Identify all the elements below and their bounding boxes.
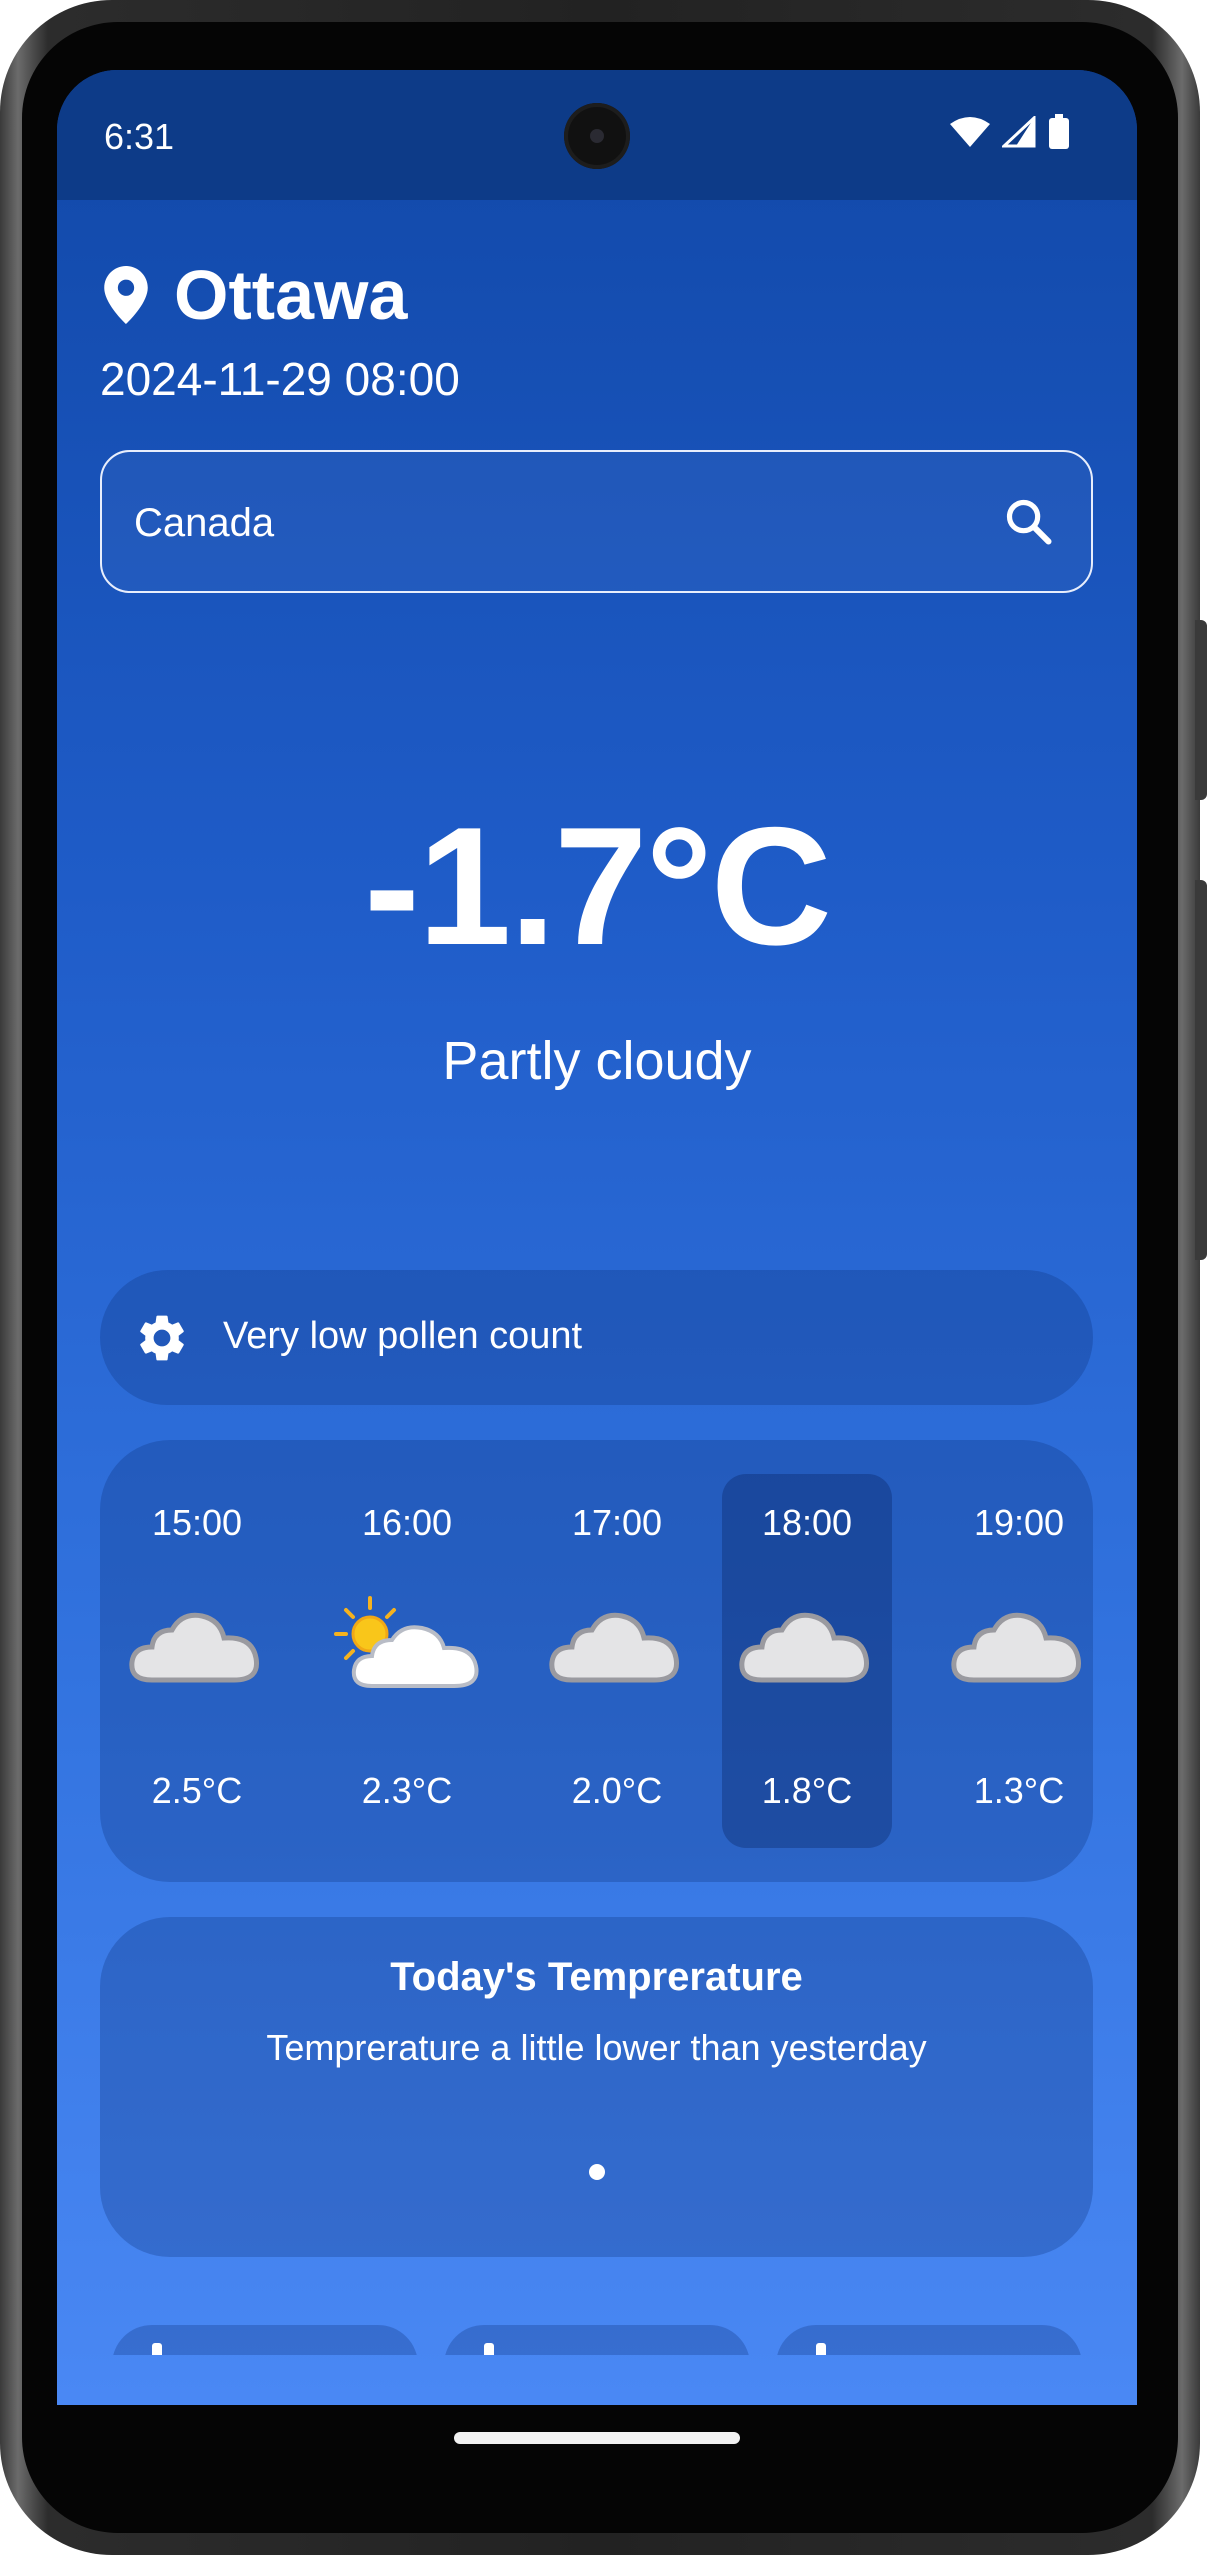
hour-temperature: 2.5°C xyxy=(151,1770,243,1811)
hour-time: 15:00 xyxy=(151,1502,243,1543)
current-temperature: -1.7°C xyxy=(364,792,832,980)
tile-icon xyxy=(484,2343,494,2355)
status-bar: 6:31 xyxy=(57,70,1137,200)
search-field[interactable] xyxy=(100,450,1093,593)
temperature-card-subtitle: Temprerature a little lower than yesterd… xyxy=(266,2027,927,2068)
power-button xyxy=(1195,620,1207,800)
sun-behind-cloud-icon xyxy=(334,1596,479,1688)
cellular-signal-icon xyxy=(1002,116,1036,148)
location-pin-icon xyxy=(104,266,148,324)
detail-tile[interactable] xyxy=(112,2325,418,2355)
status-icons xyxy=(950,114,1070,150)
hourly-item[interactable]: 19:00 1.3°C xyxy=(934,1440,1104,1882)
hour-temperature: 1.3°C xyxy=(973,1770,1065,1811)
hour-time: 19:00 xyxy=(973,1502,1065,1543)
cloud-icon xyxy=(951,1612,1082,1683)
app-screen: 6:31 Ottawa 2024-11-29 08:00 Canada -1.7… xyxy=(57,70,1137,2405)
hourly-item[interactable]: 17:00 2.0°C xyxy=(532,1440,702,1882)
pollen-card: Very low pollen count xyxy=(100,1270,1093,1405)
hourly-item[interactable]: 16:00 2.3°C xyxy=(322,1440,492,1882)
location-header: Ottawa xyxy=(104,255,407,335)
hour-temperature: 2.0°C xyxy=(571,1770,663,1811)
weather-condition: Partly cloudy xyxy=(442,1031,752,1091)
wifi-icon xyxy=(950,117,990,147)
detail-tiles xyxy=(57,2325,1137,2355)
location-datetime: 2024-11-29 08:00 xyxy=(100,353,460,405)
cloud-icon xyxy=(129,1612,260,1683)
detail-tile[interactable] xyxy=(444,2325,750,2355)
hour-time: 16:00 xyxy=(361,1502,453,1543)
hourly-item-selected[interactable]: 18:00 1.8°C xyxy=(722,1440,892,1882)
hour-temperature: 2.3°C xyxy=(361,1770,453,1811)
tile-icon xyxy=(152,2343,162,2355)
temperature-card-title: Today's Temprerature xyxy=(390,1955,803,1999)
battery-icon xyxy=(1049,114,1069,149)
tile-icon xyxy=(816,2343,826,2355)
search-icon[interactable] xyxy=(1003,496,1055,548)
volume-button xyxy=(1195,880,1207,1260)
pollen-text: Very low pollen count xyxy=(223,1315,583,1357)
hour-time: 17:00 xyxy=(571,1502,663,1543)
cloud-icon xyxy=(549,1612,680,1683)
hour-time: 18:00 xyxy=(761,1502,853,1543)
temperature-card[interactable]: Today's Temprerature Temprerature a litt… xyxy=(100,1917,1093,2257)
page-indicator-dot xyxy=(589,2164,605,2180)
front-camera xyxy=(564,103,630,169)
cloud-icon xyxy=(739,1612,870,1683)
status-time: 6:31 xyxy=(104,116,175,157)
hour-temperature: 1.8°C xyxy=(761,1770,853,1811)
home-indicator[interactable] xyxy=(454,2432,740,2444)
city-name: Ottawa xyxy=(174,256,408,334)
detail-tile[interactable] xyxy=(776,2325,1082,2355)
hourly-item[interactable]: 15:00 2.5°C xyxy=(112,1440,282,1882)
hourly-forecast[interactable]: 15:00 2.5°C 16:00 2.3°C 17:00 2.0°C 18:0… xyxy=(100,1440,1093,1882)
search-input[interactable] xyxy=(132,492,936,554)
gear-icon xyxy=(140,1315,184,1361)
